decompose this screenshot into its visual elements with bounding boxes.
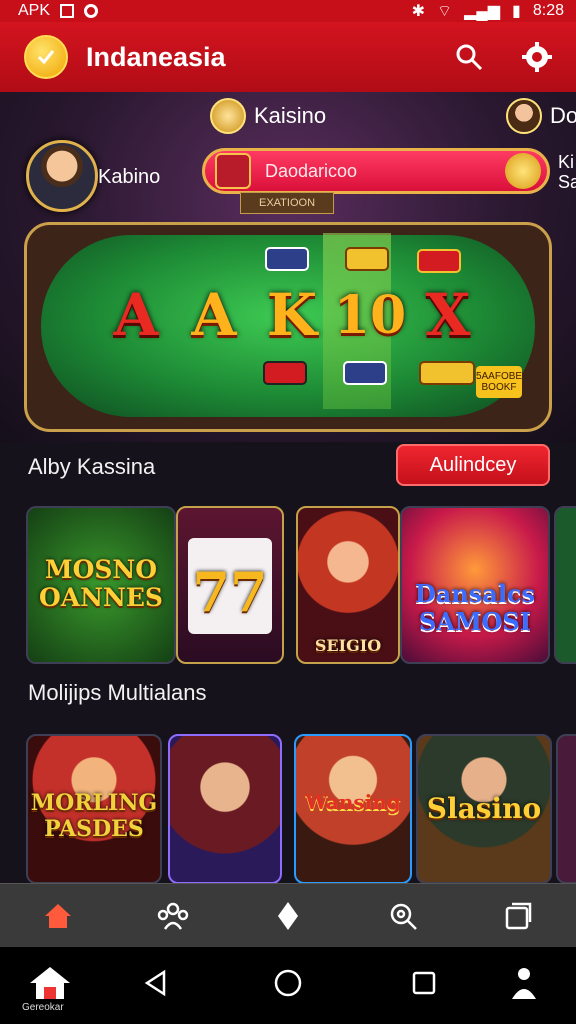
system-nav <box>0 947 576 1024</box>
section-title-1: Alby Kassina <box>28 454 156 479</box>
battery-icon: ▮ <box>512 3 521 20</box>
section-title-2: Molijips Multialans <box>28 680 207 705</box>
game-card[interactable]: Dansalcs SAMOSI <box>400 506 550 664</box>
game-card-title: Dansalcs SAMOSI <box>414 579 536 636</box>
game-card-title: 77 <box>192 560 268 624</box>
hero-search-text: Daodaricoo <box>265 160 358 181</box>
table-tag: 5AAFOBE BOOKF <box>476 366 522 398</box>
player-avatar-icon <box>506 98 542 134</box>
hero-search-bar[interactable]: Daodaricoo <box>202 148 550 194</box>
game-card[interactable] <box>168 734 282 884</box>
reel-symbol: 10 <box>333 284 407 346</box>
copy-icon[interactable] <box>494 892 542 940</box>
location-icon <box>84 4 99 18</box>
game-card-title: Slasino <box>426 792 542 825</box>
game-card[interactable]: MOSNO OANNES <box>26 506 176 664</box>
chip-icon <box>343 361 387 385</box>
coin-check-icon[interactable] <box>24 35 68 79</box>
reel-symbol: A <box>113 281 159 349</box>
home-circle-icon[interactable] <box>260 963 316 1003</box>
edge-text: Ki Sa <box>558 152 576 192</box>
game-card[interactable]: SEIGIO <box>296 506 400 664</box>
home-label: Gereokar <box>22 1002 64 1013</box>
game-card-title: MORLING PASDES <box>30 790 158 842</box>
chip-icon <box>419 361 475 385</box>
diamond-icon[interactable] <box>264 892 312 940</box>
slot-table[interactable]: A A K 10 X <box>24 222 552 432</box>
profile-icon[interactable] <box>496 963 552 1003</box>
reel-symbol: A <box>191 281 237 349</box>
image-icon <box>60 4 75 18</box>
community-icon[interactable] <box>149 892 197 940</box>
game-card[interactable]: Slasino <box>416 734 552 884</box>
avatar-label: Kabino <box>98 166 161 188</box>
avatar[interactable] <box>26 140 98 212</box>
game-card-title: MOSNO OANNES <box>39 555 163 612</box>
status-left-text: APK <box>18 2 51 19</box>
chip-icon <box>345 247 389 271</box>
chip-icon <box>265 247 309 271</box>
home-icon[interactable] <box>34 892 82 940</box>
game-card[interactable]: MORLING PASDES <box>26 734 162 884</box>
back-icon[interactable] <box>128 963 184 1003</box>
game-card-title: SEIGIO <box>314 636 382 655</box>
search-gear-icon[interactable] <box>379 892 427 940</box>
hero-banner: Kaisino Do Kabino Daodaricoo Ki Sa EXATI… <box>0 92 576 442</box>
game-card[interactable]: Wansing <box>294 734 412 884</box>
gear-icon[interactable] <box>516 36 558 78</box>
reel-symbol: K <box>266 281 318 349</box>
edge-text-1: Ki <box>558 152 575 172</box>
casino-chip-icon <box>210 98 246 134</box>
reel-symbol: X <box>425 281 471 349</box>
reels: A A K 10 X <box>99 271 485 359</box>
chip-icon <box>263 361 307 385</box>
system-home-button[interactable] <box>22 963 78 1003</box>
signal-icon: ▂▄▆ <box>464 3 501 20</box>
table-plaque: EXATIOON <box>240 192 334 214</box>
coin-icon[interactable] <box>505 153 541 189</box>
section-action-button[interactable]: Aulindcey <box>396 444 550 486</box>
game-row-1: MOSNO OANNES 77 SEIGIO Dansalcs SAMOSI <box>26 506 576 666</box>
dice-icon <box>215 153 251 189</box>
tab-do[interactable]: Do <box>506 98 576 134</box>
wifi-icon: ⌔ <box>437 3 453 20</box>
game-card-title: Wansing <box>305 790 401 814</box>
search-icon[interactable] <box>448 36 490 78</box>
bluetooth-icon: ✱ <box>411 3 426 20</box>
game-card[interactable]: 77 <box>176 506 284 664</box>
status-bar: APK ✱ ⌔ ▂▄▆ ▮ 8:28 <box>0 0 576 22</box>
game-card[interactable] <box>556 734 576 884</box>
app-bar: Indaneasia <box>0 22 576 92</box>
game-card[interactable] <box>554 506 576 664</box>
tab-kaisino-label: Kaisino <box>254 103 327 128</box>
status-time: 8:28 <box>532 2 564 19</box>
recents-icon[interactable] <box>396 963 452 1003</box>
tab-do-label: Do <box>550 103 576 128</box>
chip-icon <box>417 249 461 273</box>
bottom-nav <box>0 883 576 948</box>
app-title: Indaneasia <box>86 41 226 72</box>
edge-text-2: Sa <box>558 172 576 192</box>
game-row-2: MORLING PASDES Wansing Slasino <box>26 734 576 884</box>
tab-kaisino[interactable]: Kaisino <box>210 98 326 134</box>
